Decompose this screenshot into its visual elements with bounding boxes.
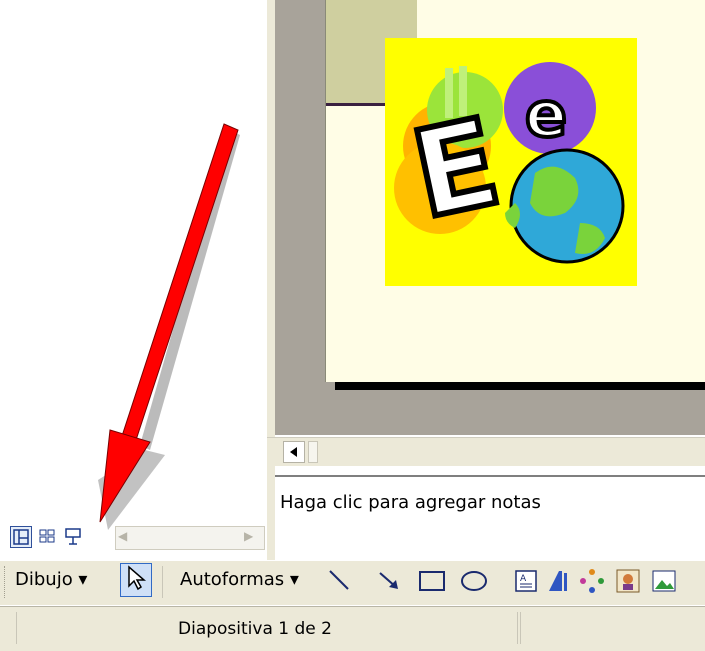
toolbar-separator: [162, 566, 163, 598]
line-tool-button[interactable]: [326, 567, 354, 595]
line-icon: [329, 570, 349, 590]
slideshow-button[interactable]: [62, 526, 84, 548]
slideshow-icon: [65, 528, 81, 545]
clipart-logo[interactable]: E e: [385, 38, 637, 286]
outline-horizontal-scrollbar[interactable]: [115, 526, 265, 550]
notes-pane[interactable]: [275, 475, 705, 562]
oval-icon: [461, 571, 487, 591]
arrow-tool-button[interactable]: [376, 567, 404, 595]
arrow-icon: [379, 572, 398, 589]
rectangle-tool-button[interactable]: [418, 567, 446, 595]
scroll-left-arrow-icon[interactable]: ◀: [118, 529, 127, 543]
oval-tool-button[interactable]: [460, 567, 488, 595]
textbox-icon: A: [515, 570, 537, 592]
clipart-icon: [616, 569, 640, 593]
textbox-tool-button[interactable]: A: [512, 567, 540, 595]
triangle-left-icon: [290, 447, 297, 457]
wordart-icon: [549, 571, 567, 591]
slide-design-rule: [326, 103, 386, 106]
pane-splitter[interactable]: [267, 0, 275, 560]
wordart-tool-button[interactable]: [545, 567, 573, 595]
rectangle-icon: [419, 571, 445, 591]
toolbar-grip[interactable]: [4, 566, 9, 598]
svg-text:e: e: [525, 78, 567, 151]
normal-view-icon: [13, 529, 29, 545]
picture-icon: [652, 570, 676, 592]
select-pointer-icon: [128, 565, 147, 591]
status-bar-cell: [520, 612, 701, 644]
diagram-icon: [580, 569, 604, 593]
slide-sorter-button[interactable]: [36, 526, 58, 548]
select-objects-button[interactable]: [120, 563, 152, 597]
normal-view-button[interactable]: [10, 526, 32, 548]
picture-tool-button[interactable]: [650, 567, 678, 595]
svg-text:A: A: [520, 574, 527, 584]
scroll-left-button[interactable]: [283, 441, 305, 463]
diagram-tool-button[interactable]: [578, 567, 606, 595]
slide-position-status: Diapositiva 1 de 2: [178, 619, 332, 639]
clipart-drawing: E e: [394, 62, 625, 264]
clipart-tool-button[interactable]: [614, 567, 642, 595]
notes-placeholder[interactable]: Haga clic para agregar notas: [280, 492, 541, 513]
draw-menu-button[interactable]: Dibujo ▾: [15, 569, 87, 590]
slide-sorter-icon: [39, 529, 55, 543]
slide-horizontal-scrollbar[interactable]: [267, 437, 705, 466]
autoshapes-menu-button[interactable]: Autoformas ▾: [180, 569, 299, 590]
scroll-right-arrow-icon[interactable]: ▶: [244, 529, 253, 543]
scroll-thumb[interactable]: [308, 441, 318, 463]
view-buttons: [10, 526, 110, 552]
